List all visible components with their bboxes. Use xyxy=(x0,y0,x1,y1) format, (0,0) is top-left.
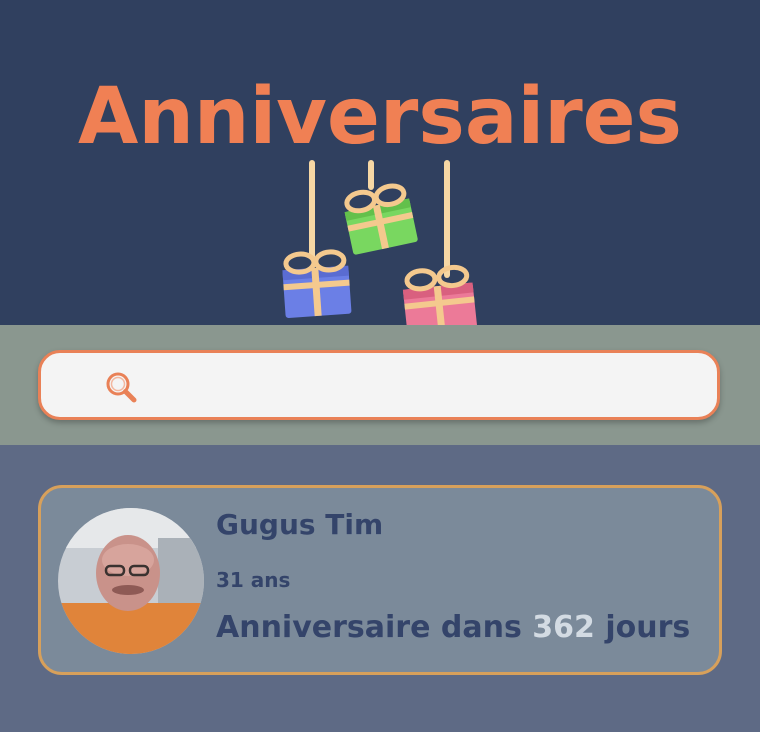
header: Anniversaires xyxy=(0,0,760,336)
birthday-card: Gugus Tim 31 ans Anniversaire dans 362 j… xyxy=(38,485,722,675)
countdown-suffix: jours xyxy=(605,610,691,645)
gift-blue-icon xyxy=(282,249,352,318)
avatar xyxy=(58,508,204,654)
countdown-days: 362 xyxy=(532,610,595,645)
search-input[interactable] xyxy=(151,363,705,409)
person-age: 31 ans xyxy=(216,568,291,592)
countdown-prefix: Anniversaire dans xyxy=(216,610,522,645)
gift-green-icon xyxy=(344,183,418,255)
person-name: Gugus Tim xyxy=(216,508,384,541)
search-box[interactable] xyxy=(38,350,720,420)
search-icon xyxy=(106,372,137,403)
hanging-gifts-decoration xyxy=(282,160,478,336)
birthday-countdown: Anniversaire dans 362 jours xyxy=(216,610,690,645)
